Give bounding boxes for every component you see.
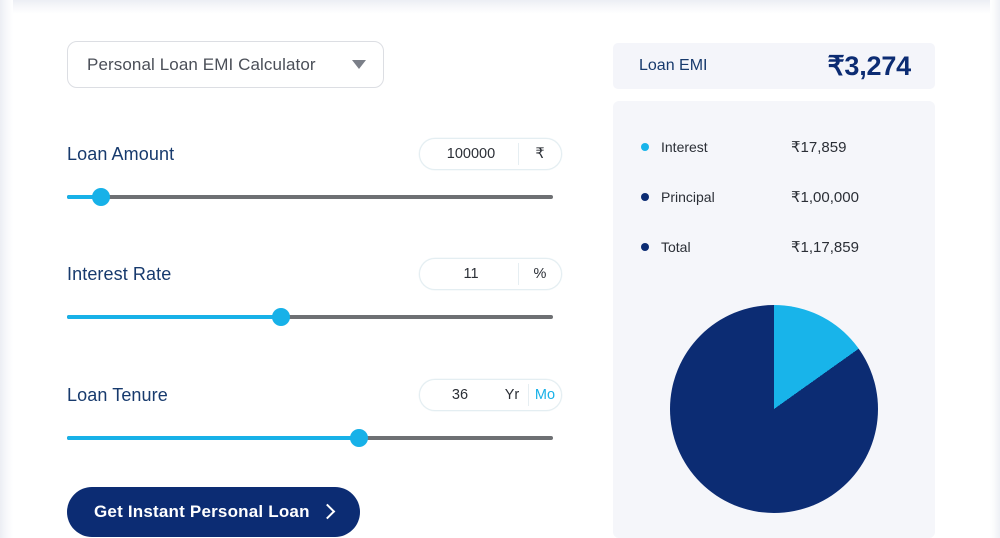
legend-dot-total xyxy=(641,243,649,251)
emi-calculator-page: Personal Loan EMI Calculator Loan Amount… xyxy=(0,0,1000,538)
interest-rate-slider[interactable] xyxy=(67,308,553,326)
interest-rate-input-group[interactable]: 11 % xyxy=(419,258,562,290)
slider-track[interactable] xyxy=(67,195,553,199)
loan-breakdown-panel: Interest ₹17,859 Principal ₹1,00,000 Tot… xyxy=(613,101,935,538)
loan-emi-summary: Loan EMI ₹3,274 xyxy=(613,43,935,89)
pie-slices xyxy=(670,305,878,513)
slider-thumb[interactable] xyxy=(272,308,290,326)
legend-dot-interest xyxy=(641,143,649,151)
loan-emi-value: ₹3,274 xyxy=(827,50,911,81)
legend-amount-interest: ₹17,859 xyxy=(791,139,847,156)
get-instant-personal-loan-button[interactable]: Get Instant Personal Loan xyxy=(67,487,360,537)
loan-emi-label: Loan EMI xyxy=(639,57,708,74)
slider-fill xyxy=(67,436,359,440)
legend-label-principal: Principal xyxy=(661,189,715,205)
legend-amount-total: ₹1,17,859 xyxy=(791,239,859,256)
legend-amount-principal: ₹1,00,000 xyxy=(791,189,859,206)
loan-tenure-input[interactable]: 36 xyxy=(420,387,496,403)
field-label-loan-tenure: Loan Tenure xyxy=(67,384,168,405)
loan-tenure-slider[interactable] xyxy=(67,429,553,447)
field-loan-tenure: Loan Tenure 36 Yr Mo xyxy=(67,378,562,447)
tenure-unit-month[interactable]: Mo xyxy=(529,387,561,403)
cta-label: Get Instant Personal Loan xyxy=(94,502,310,521)
loan-amount-slider[interactable] xyxy=(67,188,553,206)
legend-dot-principal xyxy=(641,193,649,201)
slider-thumb[interactable] xyxy=(92,188,110,206)
field-loan-amount: Loan Amount 100000 ₹ xyxy=(67,137,562,206)
field-interest-rate: Interest Rate 11 % xyxy=(67,257,562,326)
loan-split-pie-chart xyxy=(670,305,878,513)
slider-fill xyxy=(67,315,281,319)
page-edge-left xyxy=(0,0,13,538)
legend-item-total: Total ₹1,17,859 xyxy=(641,235,911,259)
loan-amount-input-group[interactable]: 100000 ₹ xyxy=(419,138,562,170)
legend-item-interest: Interest ₹17,859 xyxy=(641,135,911,159)
interest-rate-unit: % xyxy=(533,266,547,282)
loan-amount-unit: ₹ xyxy=(535,146,545,162)
loan-amount-input[interactable]: 100000 xyxy=(420,146,518,162)
legend-label-total: Total xyxy=(661,239,691,255)
field-label-loan-amount: Loan Amount xyxy=(67,143,175,164)
legend-label-interest: Interest xyxy=(661,139,708,155)
legend-item-principal: Principal ₹1,00,000 xyxy=(641,185,911,209)
chevron-right-icon xyxy=(319,503,335,520)
product-select-dropdown[interactable]: Personal Loan EMI Calculator xyxy=(67,41,384,88)
breakdown-legend: Interest ₹17,859 Principal ₹1,00,000 Tot… xyxy=(641,135,911,285)
loan-tenure-input-group[interactable]: 36 Yr Mo xyxy=(419,379,562,411)
calculator-inputs: Personal Loan EMI Calculator Loan Amount… xyxy=(67,41,562,537)
page-edge-top xyxy=(0,0,1000,14)
product-select-value: Personal Loan EMI Calculator xyxy=(87,54,316,74)
slider-thumb[interactable] xyxy=(350,429,368,447)
field-label-interest-rate: Interest Rate xyxy=(67,263,172,284)
interest-rate-input[interactable]: 11 xyxy=(420,266,518,282)
chevron-down-icon xyxy=(352,60,366,69)
tenure-unit-toggle[interactable]: Yr Mo xyxy=(496,380,561,410)
page-edge-right xyxy=(990,0,1000,538)
tenure-unit-year[interactable]: Yr xyxy=(496,387,528,403)
